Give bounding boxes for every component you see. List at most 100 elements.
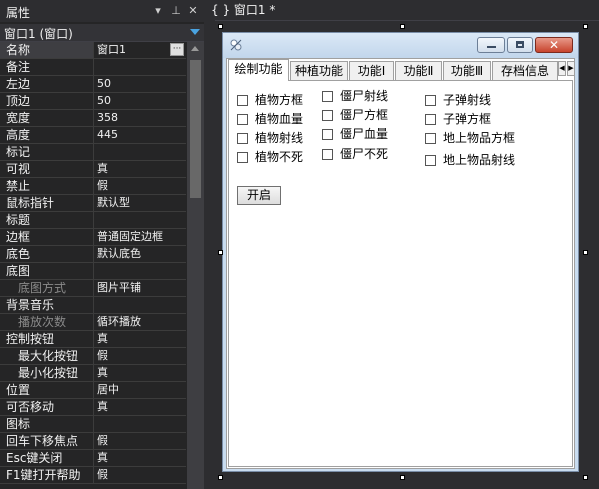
property-value[interactable]: 假 <box>97 348 185 364</box>
tab-scroll-right-icon[interactable]: ▶ <box>567 61 575 76</box>
property-row[interactable]: Esc键关闭真 <box>0 450 186 467</box>
property-value[interactable]: 居中 <box>97 382 185 398</box>
property-panel-title: 属性 <box>6 6 31 20</box>
resize-handle-bottom-left[interactable] <box>218 475 223 480</box>
checkbox-square[interactable] <box>237 152 248 163</box>
app-icon <box>230 39 242 51</box>
checkbox-square[interactable] <box>425 95 436 106</box>
property-row[interactable]: 左边 50 <box>0 76 186 93</box>
checkbox-square[interactable] <box>322 129 333 140</box>
property-row[interactable]: 可视真 <box>0 161 186 178</box>
property-row[interactable]: 位置 居中 <box>0 382 186 399</box>
close-icon: ✕ <box>549 38 560 52</box>
tab-save-info[interactable]: 存档信息 <box>492 61 558 80</box>
property-value[interactable]: 445 <box>97 127 185 143</box>
property-value[interactable] <box>97 263 185 279</box>
property-row[interactable]: 最小化按钮真 <box>0 365 186 382</box>
property-row[interactable]: 禁止假 <box>0 178 186 195</box>
property-row[interactable]: 鼠标指针 默认型 <box>0 195 186 212</box>
ellipsis-button[interactable]: ··· <box>170 43 184 56</box>
form-caption-bar[interactable]: ✕ <box>223 33 578 58</box>
property-value[interactable]: 默认型 <box>97 195 185 211</box>
property-value[interactable]: 假 <box>97 178 185 194</box>
designed-form-window[interactable]: ✕ 绘制功能 种植功能 功能Ⅰ 功能Ⅱ 功能Ⅲ 存档信息 ◀ ▶ 植物方框 植物… <box>222 32 579 472</box>
resize-handle-left[interactable] <box>218 250 223 255</box>
property-name: 边框 <box>0 229 94 245</box>
property-value[interactable] <box>97 297 185 313</box>
maximize-button[interactable] <box>507 37 533 53</box>
property-value[interactable]: 358 <box>97 110 185 126</box>
property-row[interactable]: 名称 窗口1 ··· <box>0 42 186 59</box>
property-value[interactable]: 普通固定边框 <box>97 229 185 245</box>
resize-handle-bottom-right[interactable] <box>583 475 588 480</box>
property-row[interactable]: 底色 默认底色 <box>0 246 186 263</box>
property-row[interactable]: 顶边 50 <box>0 93 186 110</box>
chevron-down-icon[interactable] <box>190 29 200 35</box>
property-value[interactable]: 假 <box>97 467 185 483</box>
property-row[interactable]: 图标 <box>0 416 186 433</box>
checkbox-square[interactable] <box>322 110 333 121</box>
checkbox-square[interactable] <box>322 149 333 160</box>
property-row[interactable]: 高度 445 <box>0 127 186 144</box>
minimize-button[interactable] <box>477 37 505 53</box>
resize-handle-top[interactable] <box>400 24 405 29</box>
property-value[interactable] <box>97 144 185 160</box>
property-value[interactable] <box>97 59 185 75</box>
property-value[interactable] <box>97 212 185 228</box>
property-value[interactable]: 50 <box>97 76 185 92</box>
checkbox-square[interactable] <box>237 114 248 125</box>
property-grid-scrollbar[interactable] <box>187 42 204 489</box>
property-value[interactable] <box>97 416 185 432</box>
property-value[interactable]: 图片平铺 <box>97 280 185 296</box>
pin-icon[interactable]: ⊥ <box>170 4 182 17</box>
object-selector[interactable]: 窗口1 (窗口) <box>0 24 204 42</box>
resize-handle-top-left[interactable] <box>218 24 223 29</box>
close-button[interactable]: ✕ <box>535 37 573 53</box>
property-row[interactable]: 底图 <box>0 263 186 280</box>
checkbox-square[interactable] <box>322 91 333 102</box>
property-value[interactable]: 真 <box>97 399 185 415</box>
property-row[interactable]: 边框 普通固定边框 <box>0 229 186 246</box>
checkbox-square[interactable] <box>237 133 248 144</box>
tab-function-2[interactable]: 功能Ⅱ <box>395 61 442 80</box>
property-value[interactable]: 真 <box>97 365 185 381</box>
property-value[interactable]: 假 <box>97 433 185 449</box>
tab-function-3[interactable]: 功能Ⅲ <box>443 61 491 80</box>
property-row[interactable]: 备注 <box>0 59 186 76</box>
property-row[interactable]: 控制按钮真 <box>0 331 186 348</box>
tab-plant-functions[interactable]: 种植功能 <box>290 61 348 80</box>
checkbox-square[interactable] <box>425 114 436 125</box>
property-row[interactable]: 播放次数 循环播放 <box>0 314 186 331</box>
tab-function-1[interactable]: 功能Ⅰ <box>349 61 394 80</box>
property-value[interactable]: 默认底色 <box>97 246 185 262</box>
property-row[interactable]: 宽度 358 <box>0 110 186 127</box>
resize-handle-right[interactable] <box>583 250 588 255</box>
property-row[interactable]: 标题 <box>0 212 186 229</box>
close-icon[interactable]: ✕ <box>187 4 199 17</box>
property-value[interactable]: 50 <box>97 93 185 109</box>
start-button[interactable]: 开启 <box>237 186 281 205</box>
property-row[interactable]: 可否移动真 <box>0 399 186 416</box>
checkbox-square[interactable] <box>425 133 436 144</box>
property-row[interactable]: 最大化按钮假 <box>0 348 186 365</box>
property-value[interactable]: 循环播放 <box>97 314 185 330</box>
property-value[interactable]: 真 <box>97 450 185 466</box>
scroll-up-arrow-icon[interactable] <box>191 46 199 51</box>
property-row[interactable]: 回车下移焦点假 <box>0 433 186 450</box>
resize-handle-top-right[interactable] <box>583 24 588 29</box>
dropdown-arrow-icon[interactable]: ▾ <box>152 4 164 17</box>
property-row[interactable]: F1键打开帮助假 <box>0 467 186 484</box>
property-row[interactable]: 底图方式 图片平铺 <box>0 280 186 297</box>
scrollbar-thumb[interactable] <box>190 60 201 198</box>
document-tab[interactable]: { } 窗口1 * <box>211 2 275 18</box>
tab-draw-functions[interactable]: 绘制功能 <box>228 59 289 81</box>
property-value[interactable]: 真 <box>97 161 185 177</box>
resize-handle-bottom[interactable] <box>400 475 405 480</box>
property-grid: 名称 窗口1 ··· 备注 左边 50 顶边 50 宽度 358 高度 445 标记 可视真禁止假鼠标指针… <box>0 42 186 489</box>
property-row[interactable]: 标记 <box>0 144 186 161</box>
checkbox-square[interactable] <box>425 155 436 166</box>
checkbox-square[interactable] <box>237 95 248 106</box>
property-value[interactable]: 真 <box>97 331 185 347</box>
tab-scroll-left-icon[interactable]: ◀ <box>558 61 566 76</box>
property-row[interactable]: 背景音乐 <box>0 297 186 314</box>
